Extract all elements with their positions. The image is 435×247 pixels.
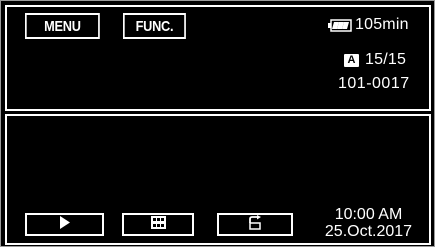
file-number: 101-0017 (338, 75, 410, 92)
clock-date: 25.Oct.2017 (324, 223, 413, 240)
play-icon (59, 215, 71, 234)
battery-remaining: 105min (355, 16, 409, 33)
rotate-button[interactable] (217, 213, 293, 236)
func-button[interactable]: FUNC. (123, 13, 186, 39)
mode-badge: A (344, 53, 359, 67)
clock-time: 10:00 AM (334, 206, 403, 223)
index-view-icon (150, 215, 166, 234)
menu-button[interactable]: MENU (25, 13, 100, 39)
play-button[interactable] (25, 213, 104, 236)
battery-icon (328, 18, 352, 32)
index-view-button[interactable] (122, 213, 194, 236)
func-button-label: FUNC. (135, 17, 174, 35)
rotate-icon (247, 214, 263, 235)
mode-counter: A 15/15 (344, 48, 428, 72)
photo-counter: 15/15 (365, 51, 407, 68)
battery-status: 105min (328, 13, 428, 37)
menu-button-label: MENU (44, 17, 81, 35)
